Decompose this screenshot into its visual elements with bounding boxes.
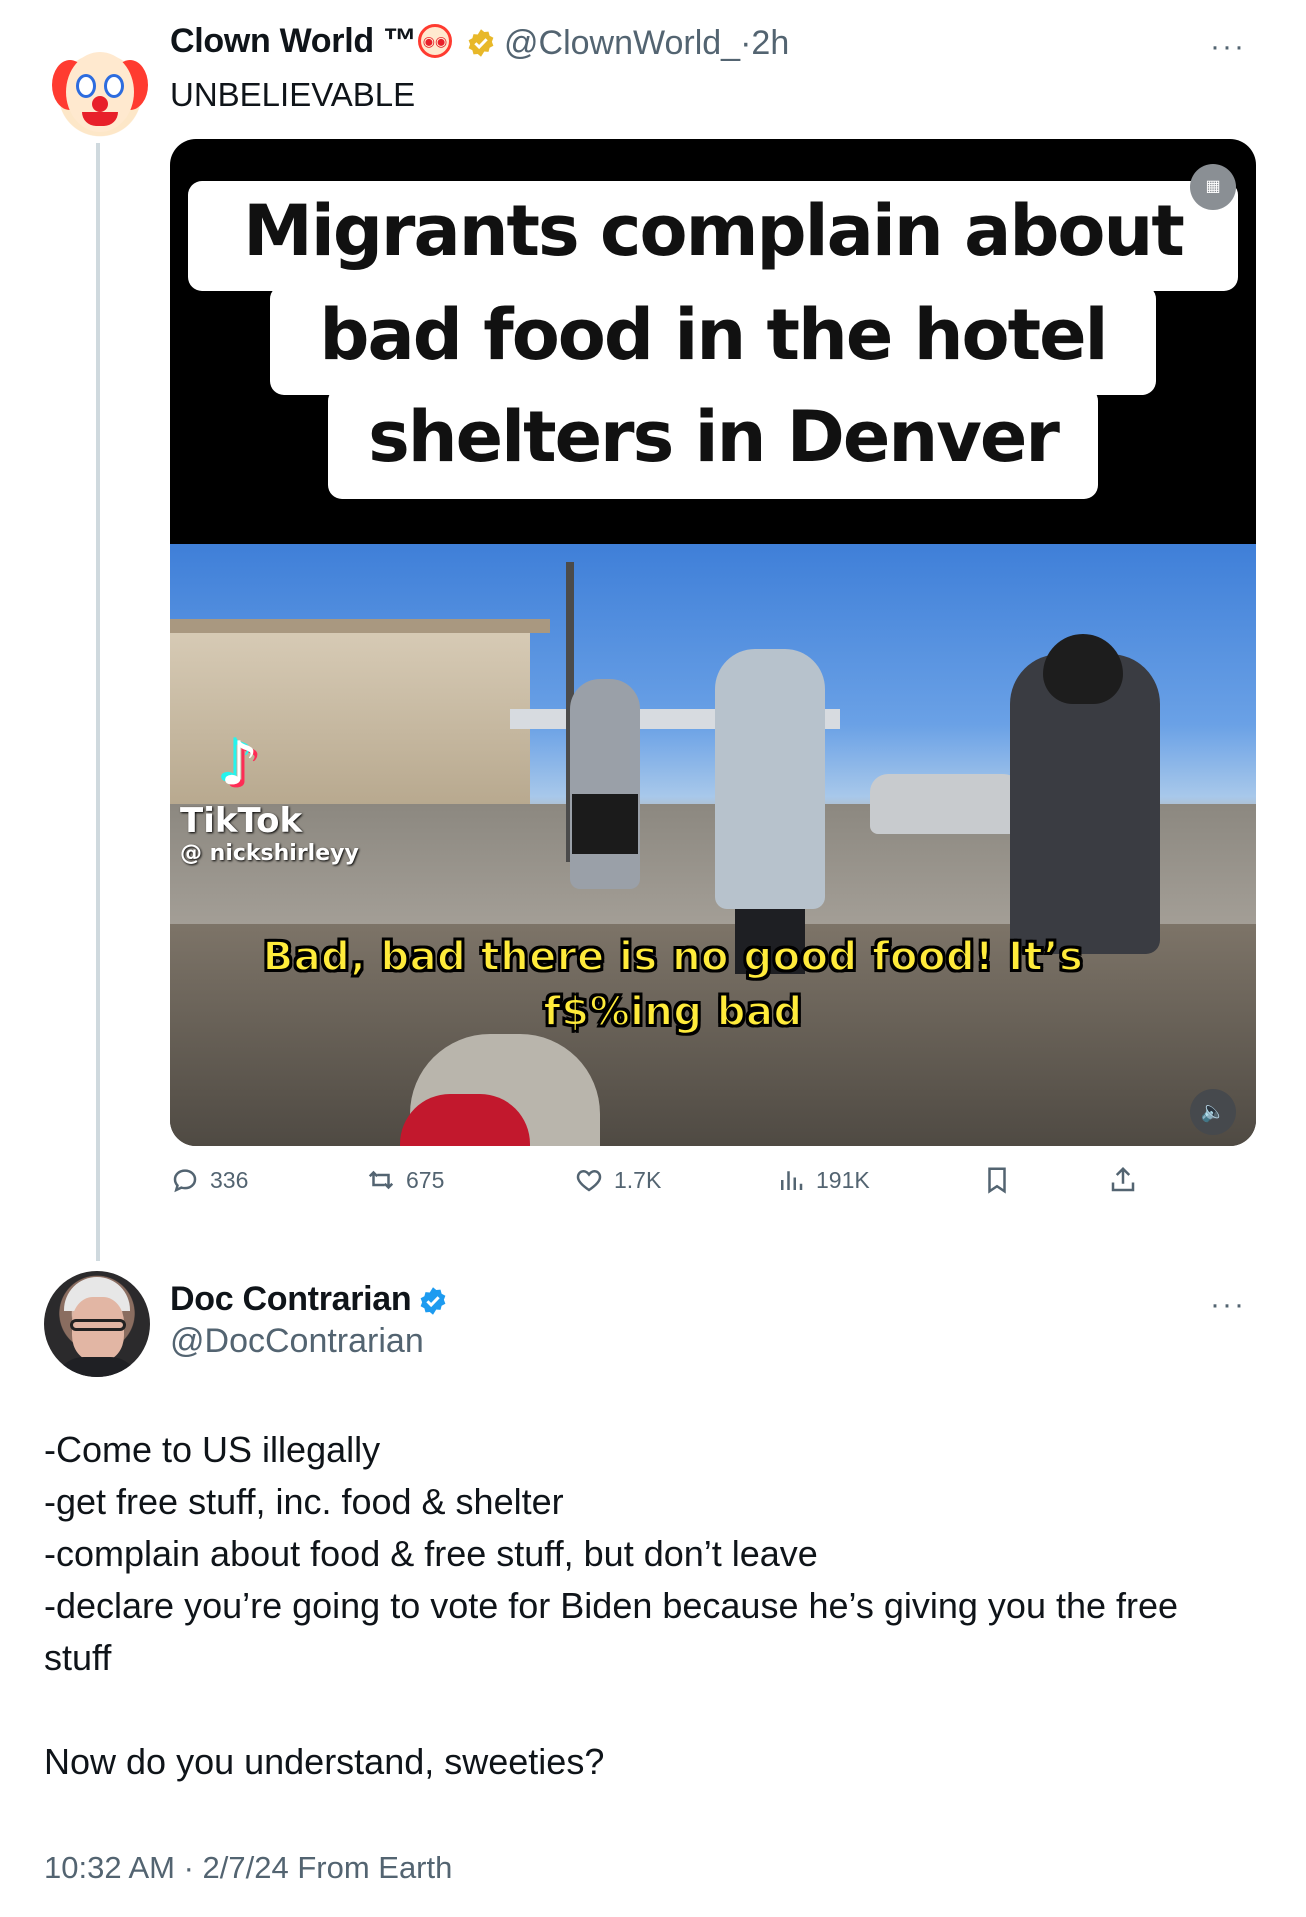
repost-count: 675 xyxy=(406,1166,445,1193)
tiktok-logo-icon: ♪ xyxy=(220,729,259,799)
tweet2-timestamp-source[interactable]: 10:32 AM · 2/7/24 From Earth xyxy=(44,1850,452,1886)
tweet1-handle-and-time[interactable]: @ClownWorld_·2h xyxy=(504,24,789,63)
tweet1-time[interactable]: 2h xyxy=(751,24,789,62)
share-icon xyxy=(1111,1166,1135,1192)
video-subtitle-line-1: Bad, bad there is no good food! It’s xyxy=(262,933,1084,981)
person-woman-skirt xyxy=(572,794,638,854)
reply-button[interactable]: 336 xyxy=(170,1165,248,1195)
tiktok-watermark-name: TikTok xyxy=(180,801,303,841)
clown-eye-left xyxy=(76,74,96,98)
tweet2-body: -Come to US illegally -get free stuff, i… xyxy=(44,1424,1264,1788)
verified-gold-badge-icon xyxy=(468,29,494,57)
avatar-doc-contrarian[interactable] xyxy=(44,1271,150,1377)
video-caption-line-2: bad food in the hotel xyxy=(270,285,1156,395)
reply-icon xyxy=(173,1169,197,1193)
tweet2-display-name[interactable]: Doc Contrarian xyxy=(170,1280,412,1319)
tweet2-line-1: -Come to US illegally xyxy=(44,1429,381,1470)
person-interviewer xyxy=(715,649,825,909)
video-subtitle-line-2: f$%ing bad xyxy=(542,988,803,1036)
tweet1-video-media[interactable]: Migrants complain about bad food in the … xyxy=(170,139,1256,1146)
thread-connector-line xyxy=(96,143,100,1261)
tweet1-handle[interactable]: @ClownWorld_ xyxy=(504,24,740,62)
tweet2-more-options-button[interactable]: ··· xyxy=(1210,1288,1246,1322)
tweet2-handle[interactable]: @DocContrarian xyxy=(170,1322,424,1361)
clown-nose xyxy=(92,96,108,112)
tweet2-line-2: -get free stuff, inc. food & shelter xyxy=(44,1481,564,1522)
video-caption-box: Migrants complain about bad food in the … xyxy=(188,181,1238,531)
tweet2-line-4: -declare you’re going to vote for Biden … xyxy=(44,1585,1179,1626)
tweet2-line-3: -complain about food & free stuff, but d… xyxy=(44,1533,818,1574)
separator-dot: · xyxy=(740,24,752,62)
clown-face-emoji-icon: ◉◉ xyxy=(418,24,452,58)
heart-icon xyxy=(576,1169,602,1192)
video-caption-line-1: Migrants complain about xyxy=(188,181,1238,291)
reply-count: 336 xyxy=(210,1166,249,1193)
analytics-icon xyxy=(781,1171,803,1190)
bookmark-button[interactable] xyxy=(982,1165,1012,1195)
image-icon[interactable]: ▦ xyxy=(1190,164,1236,210)
repost-icon xyxy=(368,1170,394,1190)
video-caption-line-3: shelters in Denver xyxy=(328,387,1098,499)
verified-blue-badge-icon xyxy=(420,1287,446,1315)
tiktok-watermark-user: @ nickshirleyy xyxy=(180,841,359,866)
clown-eye-right xyxy=(104,74,124,98)
avatar-clown-world[interactable] xyxy=(50,40,150,140)
repost-button[interactable]: 675 xyxy=(366,1165,444,1195)
tweet1-more-options-button[interactable]: ··· xyxy=(1210,30,1246,64)
speaker-icon[interactable]: 🔈 xyxy=(1190,1089,1236,1135)
person-woman xyxy=(570,679,640,889)
person-man-cap-head xyxy=(1043,634,1123,704)
bookmark-icon xyxy=(988,1167,1006,1194)
video-frame-scene: ♪ TikTok @ nickshirleyy Bad, bad there i… xyxy=(170,544,1256,1146)
views-count: 191K xyxy=(816,1166,870,1193)
tweet2-line-5: stuff xyxy=(44,1637,112,1678)
building-roof xyxy=(170,619,550,633)
like-count: 1.7K xyxy=(614,1166,662,1193)
avatar-glasses xyxy=(70,1319,126,1331)
views-button[interactable]: 191K xyxy=(776,1165,870,1195)
parked-car xyxy=(870,774,1030,834)
tweet1-display-name[interactable]: Clown World ™ xyxy=(170,22,417,61)
tweet1-text: UNBELIEVABLE xyxy=(170,76,416,113)
share-button[interactable] xyxy=(1108,1165,1138,1195)
like-button[interactable]: 1.7K xyxy=(574,1165,661,1195)
tweet2-closing-line: Now do you understand, sweeties? xyxy=(44,1741,605,1782)
avatar-suit xyxy=(54,1357,140,1377)
